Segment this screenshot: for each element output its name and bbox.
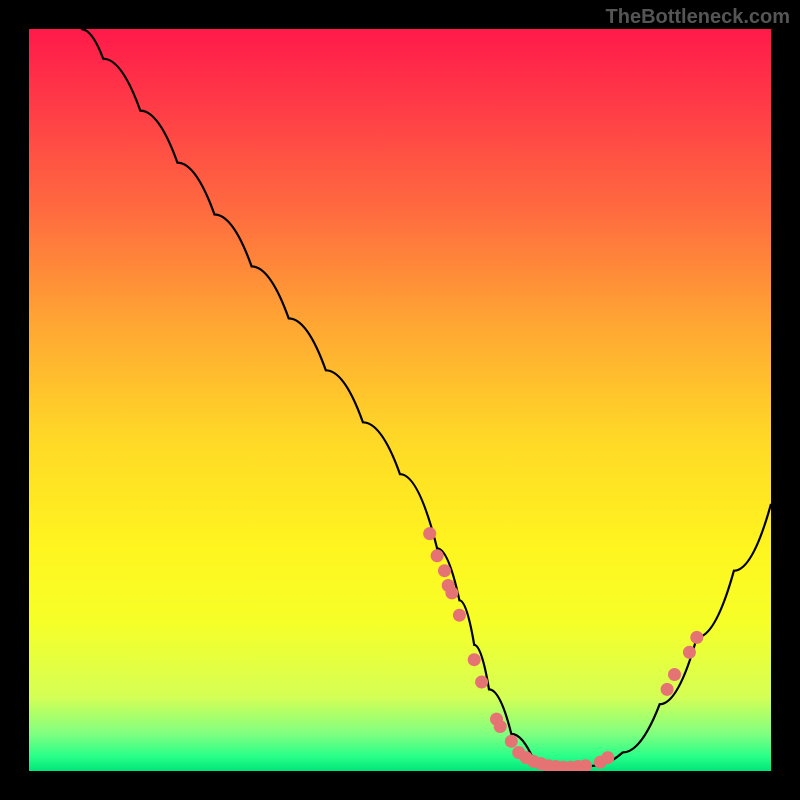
data-marker xyxy=(668,668,681,681)
data-marker xyxy=(445,586,458,599)
data-marker xyxy=(423,527,436,540)
watermark-text: TheBottleneck.com xyxy=(606,6,790,29)
data-marker xyxy=(475,676,488,689)
data-marker xyxy=(431,549,444,562)
bottleneck-curve xyxy=(81,29,771,767)
data-markers xyxy=(423,527,703,771)
data-marker xyxy=(661,683,674,696)
data-marker xyxy=(601,751,614,764)
chart-container: TheBottleneck.com xyxy=(0,0,800,800)
data-marker xyxy=(683,646,696,659)
data-marker xyxy=(690,631,703,644)
data-marker xyxy=(468,653,481,666)
data-marker xyxy=(505,735,518,748)
data-marker xyxy=(438,564,451,577)
data-marker xyxy=(453,609,466,622)
chart-svg xyxy=(29,29,771,771)
plot-area xyxy=(29,29,771,771)
data-marker xyxy=(494,720,507,733)
